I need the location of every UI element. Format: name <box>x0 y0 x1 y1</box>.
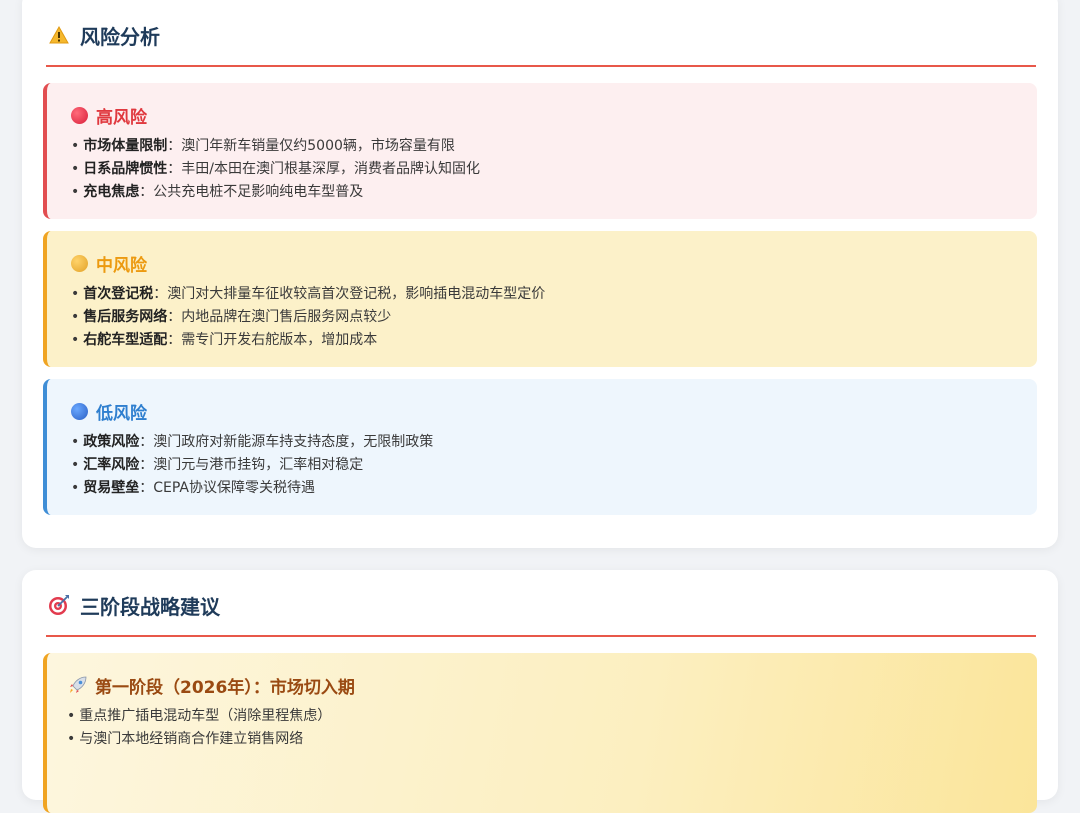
risk-section-header: 风险分析 <box>46 1 1036 67</box>
list-item: • 日系品牌惯性：丰田/本田在澳门根基深厚，消费者品牌认知固化 <box>71 161 480 177</box>
red-circle-icon <box>71 106 88 124</box>
high-risk-title: 高风险 <box>96 107 147 128</box>
risk-section-title: 风险分析 <box>80 24 160 49</box>
stage-one-block: 第一阶段（2026年）：市场切入期 • 重点推广插电混动车型（消除里程焦虑） • 与… <box>43 653 1037 813</box>
list-item: • 市场体量限制：澳门年新车销量仅约5000辆，市场容量有限 <box>71 138 455 154</box>
strategy-section-header: 三阶段战略建议 <box>46 571 1036 637</box>
target-icon <box>46 592 72 618</box>
stage-one-title: 第一阶段（2026年）：市场切入期 <box>95 677 355 698</box>
list-item: • 右舵车型适配：需专门开发右舵版本，增加成本 <box>71 332 378 348</box>
low-risk-title: 低风险 <box>96 403 147 424</box>
blue-circle-icon <box>71 402 88 420</box>
risk-analysis-card: 风险分析 高风险 • 市场体量限制：澳门年新车销量仅约5000辆，市场容量有限 •… <box>22 0 1058 548</box>
list-item: • 政策风险：澳门政府对新能源车持支持态度，无限制政策 <box>71 434 434 450</box>
list-item: • 首次登记税：澳门对大排量车征收较高首次登记税，影响插电混动车型定价 <box>71 286 546 302</box>
list-item: • 与澳门本地经销商合作建立销售网络 <box>67 731 304 747</box>
strategy-section-title: 三阶段战略建议 <box>80 594 220 619</box>
list-item: • 售后服务网络：内地品牌在澳门售后服务网点较少 <box>71 309 392 325</box>
low-risk-block: 低风险 • 政策风险：澳门政府对新能源车持支持态度，无限制政策 • 汇率风险：澳门元… <box>43 379 1037 515</box>
warning-icon <box>46 22 72 48</box>
list-item: • 充电焦虑：公共充电桩不足影响纯电车型普及 <box>71 184 364 200</box>
rocket-icon <box>67 674 89 696</box>
yellow-circle-icon <box>71 254 88 272</box>
medium-risk-title: 中风险 <box>96 255 147 276</box>
list-item: • 汇率风险：澳门元与港币挂钩，汇率相对稳定 <box>71 457 364 473</box>
strategy-card: 三阶段战略建议 第一阶段（2026年）：市场切入期 • 重点推广插电混动车型（消除… <box>22 570 1058 813</box>
medium-risk-block: 中风险 • 首次登记税：澳门对大排量车征收较高首次登记税，影响插电混动车型定价 •… <box>43 231 1037 367</box>
high-risk-block: 高风险 • 市场体量限制：澳门年新车销量仅约5000辆，市场容量有限 • 日系品牌惯… <box>43 83 1037 219</box>
list-item: • 贸易壁垒：CEPA协议保障零关税待遇 <box>71 480 316 496</box>
list-item: • 重点推广插电混动车型（消除里程焦虑） <box>67 708 332 724</box>
